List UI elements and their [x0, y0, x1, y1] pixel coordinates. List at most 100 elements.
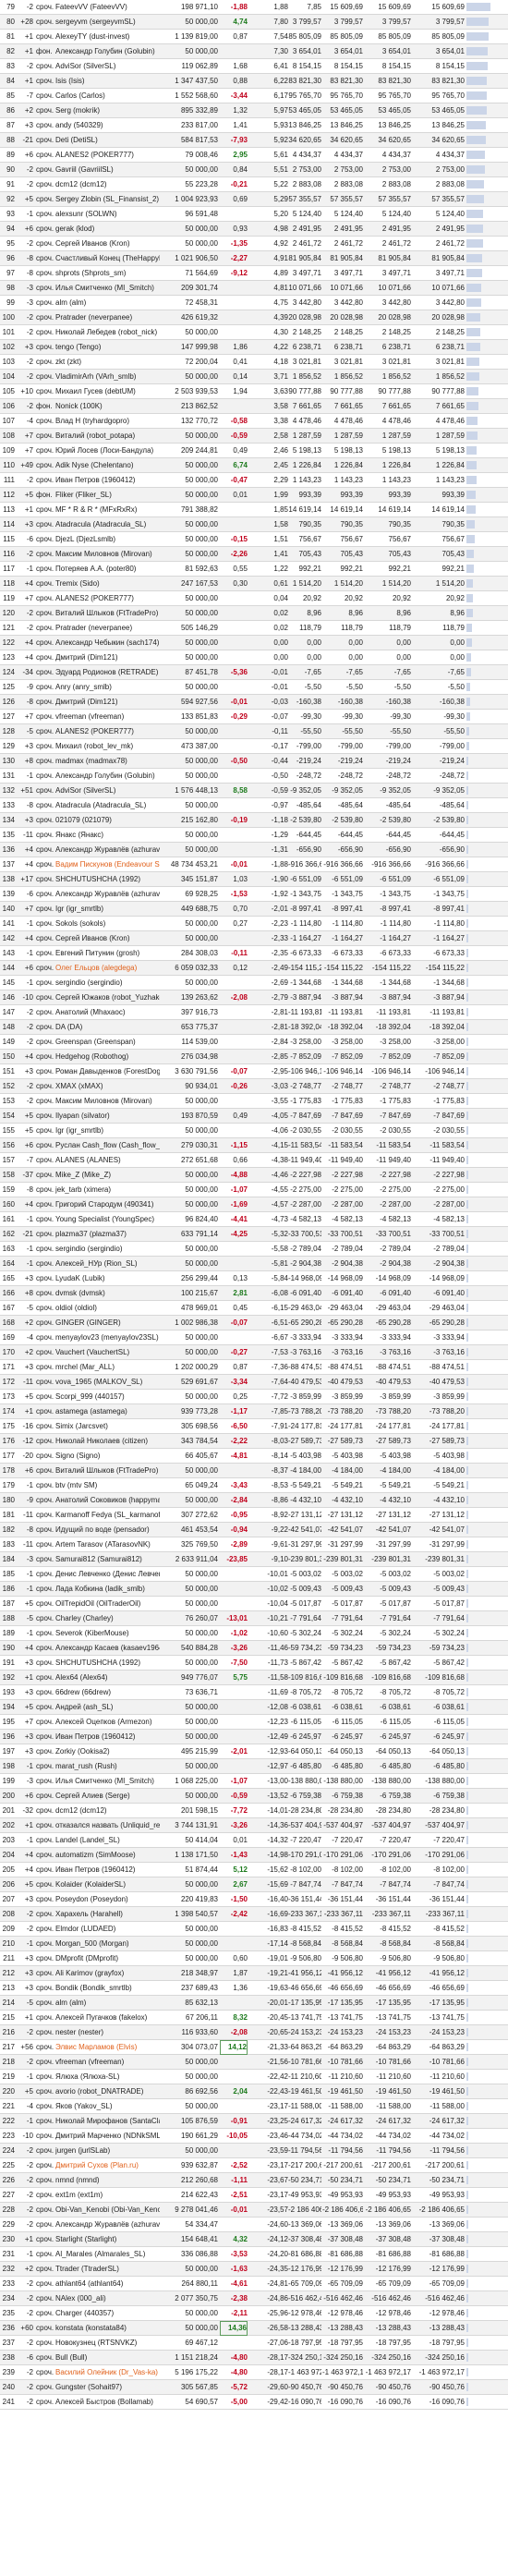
- participant-name[interactable]: Анатолий (Mhaxaoc): [55, 1005, 160, 1020]
- participant-name[interactable]: Vauchert (VauchertSL): [55, 1345, 160, 1360]
- participant-name[interactable]: Эдуард Родионов (RETRADE): [55, 665, 160, 680]
- participant-name[interactable]: Morgan_500 (Morgan): [55, 1937, 160, 1951]
- participant-name[interactable]: Sergey Zlobin (SL_Finansist_2): [55, 192, 160, 207]
- participant-name[interactable]: vova_1965 (MALKOV_SL): [55, 1375, 160, 1390]
- participant-name[interactable]: Zorkiy (Ookisa2): [55, 1744, 160, 1759]
- participant-name[interactable]: Алексей Оцепков (Armezon): [55, 1715, 160, 1730]
- participant-name[interactable]: Александр Журавлёв (azhuravlev): [55, 2218, 160, 2232]
- participant-name[interactable]: Илья Смитченко (MI_Smitch): [55, 281, 160, 296]
- participant-name[interactable]: Samurai812 (Samurai812): [55, 1552, 160, 1567]
- participant-name[interactable]: dvmsk (dvmsk): [55, 1286, 160, 1301]
- participant-name[interactable]: tengo (Tengo): [55, 340, 160, 355]
- participant-name[interactable]: dcm12 (dcm12): [55, 177, 160, 192]
- participant-name[interactable]: Максим Миловнов (Mirovan): [55, 547, 160, 562]
- participant-name[interactable]: Starlight (Starlight): [55, 2232, 160, 2247]
- participant-name[interactable]: Poseydon (Poseydon): [55, 1892, 160, 1907]
- participant-name[interactable]: Иван Петров (1960412): [55, 473, 160, 488]
- participant-name[interactable]: Дмитрий Марченко (NDNkSMLB): [55, 2129, 160, 2144]
- participant-name[interactable]: jurgen (jurlSLab): [55, 2144, 160, 2158]
- participant-name[interactable]: avorio (robot_DNATRADE): [55, 2084, 160, 2099]
- participant-name[interactable]: nester (nester): [55, 2025, 160, 2040]
- participant-name[interactable]: Сергей Алиев (Serge): [55, 1789, 160, 1804]
- participant-name[interactable]: Pratrader (neverpanee): [55, 310, 160, 325]
- participant-name[interactable]: Потеряев А.А. (poter80): [55, 562, 160, 577]
- participant-name[interactable]: Виталий Шлыков (FtTradePro): [55, 1464, 160, 1478]
- participant-name[interactable]: 021079 (021079): [55, 813, 160, 828]
- participant-name[interactable]: alm (alm): [55, 1996, 160, 2011]
- participant-name[interactable]: Sokols (sokols): [55, 917, 160, 931]
- participant-name[interactable]: Greenspan (Greenspan): [55, 1035, 160, 1050]
- participant-name[interactable]: zkt (zkt): [55, 355, 160, 370]
- participant-name[interactable]: Александр Голубин (Golubin): [55, 769, 160, 784]
- participant-name[interactable]: Александр Голубин (Golubin): [55, 44, 160, 59]
- participant-name[interactable]: Лада Кобкина (ladik_smlb): [55, 1582, 160, 1597]
- participant-name[interactable]: Elmdor (LUDAED): [55, 1922, 160, 1937]
- participant-name[interactable]: alm (alm): [55, 296, 160, 310]
- participant-name[interactable]: Bull (Bull): [55, 2351, 160, 2365]
- participant-name[interactable]: vfreeman (vfreeman): [55, 710, 160, 724]
- participant-name[interactable]: Gungster (Sohait97): [55, 2380, 160, 2395]
- participant-name[interactable]: Atadracula (Atadracula_SL): [55, 517, 160, 532]
- participant-name[interactable]: Виталий (robot_potapa): [55, 429, 160, 444]
- participant-name[interactable]: Сергей Южаков (robot_Yuzhakov): [55, 990, 160, 1005]
- participant-name[interactable]: Serg (mokrik): [55, 103, 160, 118]
- participant-name[interactable]: Денис Левченко (Денис Левченко): [55, 1567, 160, 1582]
- participant-name[interactable]: отказался назвать (Unliquid_reb): [55, 1818, 160, 1833]
- participant-name[interactable]: Atadracula (Atadracula_SL): [55, 798, 160, 813]
- participant-name[interactable]: Счастливый Конец (TheHappyEnd): [55, 251, 160, 266]
- participant-name[interactable]: Яков (Yakov_SL): [55, 2099, 160, 2114]
- participant-name[interactable]: Влад Н (tryhardgopro): [55, 414, 160, 429]
- participant-name[interactable]: MF * R & R * (MFxRxRx): [55, 503, 160, 517]
- participant-name[interactable]: konstata (konstata84): [55, 2321, 160, 2336]
- participant-name[interactable]: Anry (anry_smlb): [55, 680, 160, 695]
- participant-name[interactable]: Ttrader (TtraderSL): [55, 2262, 160, 2277]
- participant-name[interactable]: Олег Ельцов (alegdega): [55, 961, 160, 976]
- participant-name[interactable]: Artem Tarasov (ATarasovNK): [55, 1537, 160, 1552]
- participant-name[interactable]: vfreeman (vfreeman): [55, 2055, 160, 2070]
- participant-name[interactable]: sergeyvm (sergeyvmSL): [55, 15, 160, 30]
- participant-name[interactable]: AdviSor (SilverSL): [55, 784, 160, 798]
- participant-name[interactable]: Сергей Иванов (Kron): [55, 237, 160, 251]
- participant-name[interactable]: Сергей Иванов (Kron): [55, 931, 160, 946]
- participant-name[interactable]: Николай Мирофанов (SantaClaus): [55, 2114, 160, 2129]
- participant-name[interactable]: Obi-Van_Kenobi (Obi-Van_Kenobi): [55, 2203, 160, 2218]
- participant-name[interactable]: Алексей Быстров (Bollamab): [55, 2395, 160, 2410]
- participant-name[interactable]: astamega (astamega): [55, 1404, 160, 1419]
- participant-name[interactable]: menyaylov23 (menyaylov23SL): [55, 1331, 160, 1345]
- participant-name[interactable]: Анатолий Соковиков (happyman): [55, 1493, 160, 1508]
- participant-name[interactable]: Янакс (Янакс): [55, 828, 160, 843]
- participant-name[interactable]: Иван Петров (1960412): [55, 1863, 160, 1877]
- participant-name[interactable]: gerak (klod): [55, 222, 160, 237]
- participant-name[interactable]: athlant64 (athlant64): [55, 2277, 160, 2291]
- participant-name[interactable]: Alex64 (Alex64): [55, 1671, 160, 1685]
- participant-name[interactable]: AdviSor (SilverSL): [55, 59, 160, 74]
- participant-name[interactable]: Алексей Пугачков (fakelox): [55, 2011, 160, 2025]
- participant-name[interactable]: Kolaider (KolaiderSL): [55, 1877, 160, 1892]
- participant-name[interactable]: Иван Петров (1960412): [55, 1730, 160, 1744]
- participant-name[interactable]: Элвис Марламов (Elvis): [55, 2040, 160, 2055]
- participant-name[interactable]: Nonick (100K): [55, 399, 160, 414]
- participant-name[interactable]: Adik Nyse (Chelentano): [55, 458, 160, 473]
- participant-name[interactable]: Дмитрий (Dim121): [55, 695, 160, 710]
- participant-name[interactable]: Tremix (Sido): [55, 577, 160, 591]
- participant-name[interactable]: Mike_Z (Mike_Z): [55, 1168, 160, 1183]
- participant-name[interactable]: Роман Давыденков (ForestDog): [55, 1064, 160, 1079]
- participant-name[interactable]: Илья Смитченко (MI_Smitch): [55, 1774, 160, 1789]
- participant-name[interactable]: Charger (440357): [55, 2306, 160, 2321]
- participant-name[interactable]: Харахель (Harahell): [55, 1907, 160, 1922]
- participant-name[interactable]: DA (DA): [55, 1020, 160, 1035]
- participant-name[interactable]: Александр Журавлёв (azhuravlev): [55, 843, 160, 857]
- participant-name[interactable]: Hedgehog (Robothog): [55, 1050, 160, 1064]
- participant-name[interactable]: Severok (KiberMouse): [55, 1626, 160, 1641]
- participant-name[interactable]: sergindio (sergindio): [55, 1242, 160, 1257]
- participant-name[interactable]: Ялюха (Ялюха-SL): [55, 2070, 160, 2084]
- participant-name[interactable]: Григорий Стародум (490341): [55, 1197, 160, 1212]
- participant-name[interactable]: Василий Олейник (Dr_Vas-ka): [55, 2365, 160, 2380]
- participant-name[interactable]: Руслан Cash_flow (Cash_flow_smtlb): [55, 1138, 160, 1153]
- participant-name[interactable]: ext1m (ext1m): [55, 2188, 160, 2203]
- participant-name[interactable]: Дмитрий Сухов (Plan.ru): [55, 2158, 160, 2173]
- participant-name[interactable]: NAlex (000_ali): [55, 2291, 160, 2306]
- participant-name[interactable]: VladimirArh (VArh_smlb): [55, 370, 160, 384]
- participant-name[interactable]: Максим Миловнов (Mirovan): [55, 1094, 160, 1109]
- participant-name[interactable]: Pratrader (neverpanee): [55, 621, 160, 636]
